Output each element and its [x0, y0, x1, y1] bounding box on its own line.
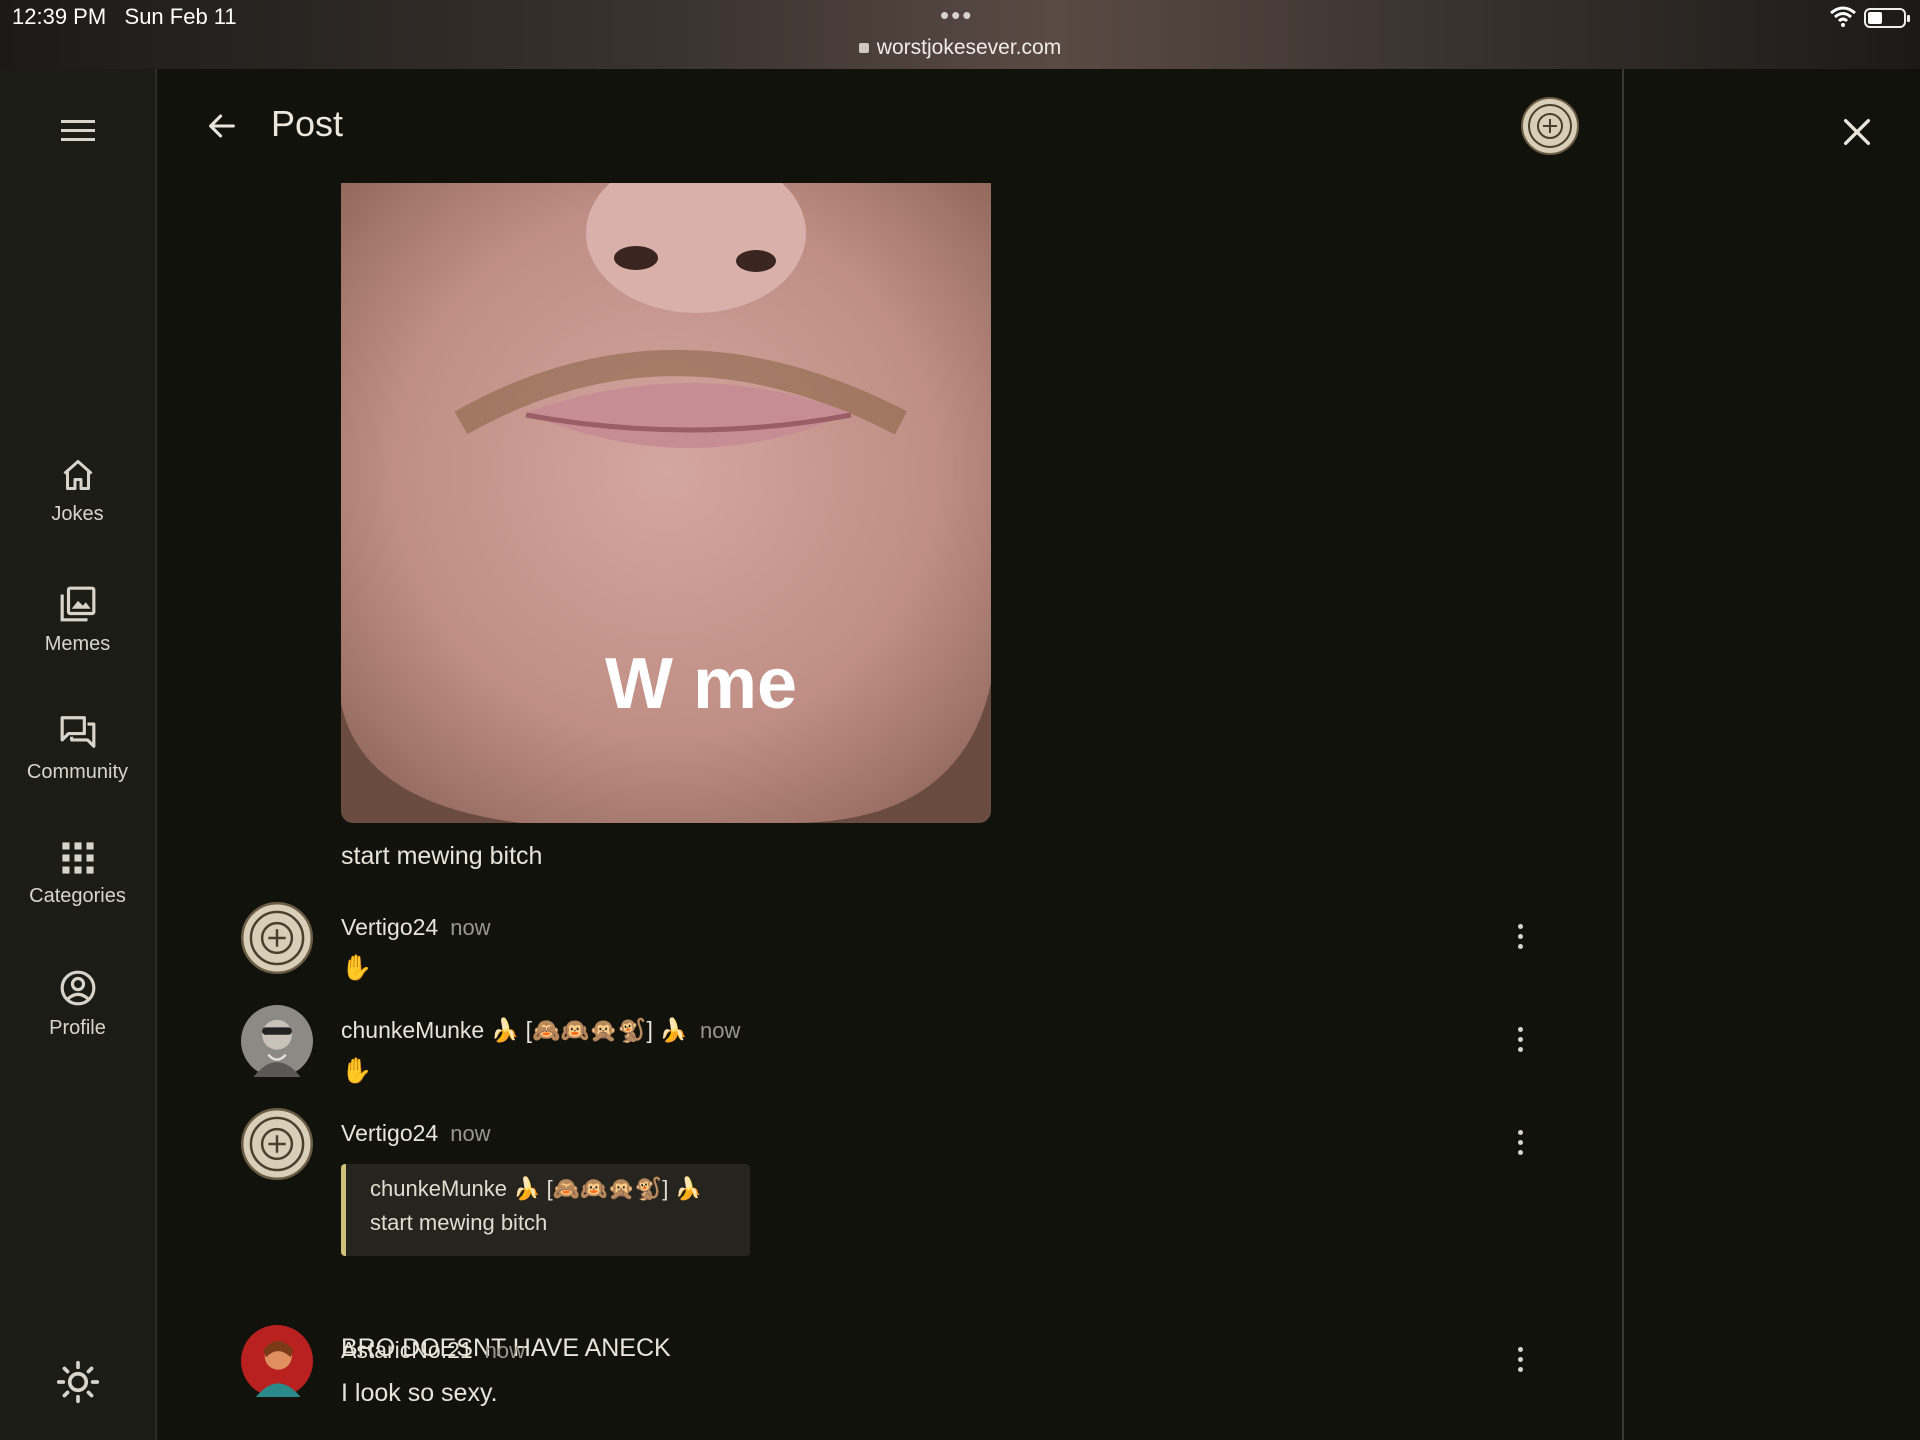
comment-header: AstaricNo.21 now — [341, 1337, 525, 1364]
clock-time: 12:39 PM — [12, 4, 107, 29]
nav-label: Categories — [29, 885, 126, 907]
status-time: 12:39 PM Sun Feb 11 — [12, 4, 237, 30]
chat-icon — [60, 716, 95, 748]
nav-item-memes[interactable]: Memes — [0, 585, 155, 656]
quoted-text: start mewing bitch — [370, 1210, 548, 1235]
home-icon — [63, 460, 92, 490]
comment-text: I look so sexy. — [341, 1379, 498, 1407]
more-options-icon[interactable] — [1518, 924, 1524, 954]
more-options-icon[interactable] — [1518, 1027, 1524, 1057]
commenter-avatar[interactable] — [241, 902, 313, 974]
clock-date: Sun Feb 11 — [124, 4, 237, 29]
url-text: worstjokesever.com — [876, 36, 1062, 59]
nav-label: Jokes — [51, 503, 104, 525]
comment-author[interactable]: chunkeMunke 🍌 [🙈🙉🙊🐒] 🍌 — [341, 1017, 688, 1043]
wifi-icon — [1830, 6, 1856, 27]
meme-face-illustration: W me — [341, 183, 991, 823]
comment-author[interactable]: Vertigo24 — [341, 1120, 438, 1146]
more-options-icon[interactable] — [1518, 1130, 1524, 1160]
more-options-icon[interactable] — [1518, 1347, 1524, 1377]
commenter-avatar[interactable] — [241, 1005, 313, 1077]
comment-time: now — [699, 1018, 741, 1043]
quoted-author: chunkeMunke 🍌 [🙈🙉🙊🐒] 🍌 — [370, 1176, 702, 1201]
commenter-avatar[interactable] — [241, 1108, 313, 1180]
page-title: Post — [271, 103, 344, 144]
image-caption-text: W me — [605, 644, 797, 724]
comment-author[interactable]: AstaricNo.21 — [341, 1337, 473, 1363]
hamburger-menu-icon[interactable] — [60, 115, 96, 151]
lock-icon — [858, 43, 869, 53]
address-bar[interactable]: worstjokesever.com — [0, 36, 1920, 60]
images-icon — [60, 586, 95, 622]
brightness-icon[interactable] — [56, 1360, 100, 1404]
post-header: Post — [157, 69, 1622, 179]
nav-item-community[interactable]: Community — [0, 713, 155, 784]
nav-item-categories[interactable]: Categories — [0, 841, 155, 908]
user-avatar[interactable] — [1521, 97, 1579, 155]
nav-label: Community — [26, 761, 129, 783]
comment-header: chunkeMunke 🍌 [🙈🙉🙊🐒] 🍌 now — [341, 1017, 740, 1044]
post-image[interactable]: W me — [341, 183, 991, 823]
battery-icon — [1864, 8, 1910, 28]
close-icon[interactable] — [1840, 115, 1874, 149]
post-caption: start mewing bitch — [341, 842, 543, 870]
comment-header: Vertigo24 now — [341, 1120, 491, 1147]
user-circle-icon — [60, 970, 95, 1006]
comment-author[interactable]: Vertigo24 — [341, 914, 438, 940]
comment-time: now — [450, 915, 491, 940]
back-arrow-icon[interactable] — [205, 109, 239, 143]
comment-text: ✋ — [341, 1057, 373, 1085]
nav-item-profile[interactable]: Profile — [0, 969, 155, 1040]
nav-label: Memes — [44, 633, 111, 655]
tab-dots-icon[interactable]: ••• — [940, 0, 973, 31]
comment-time: now — [484, 1338, 526, 1363]
comment-text: ✋ — [341, 954, 373, 982]
status-bar: 12:39 PM Sun Feb 11 ••• worstjokesever.c… — [0, 0, 1920, 69]
nav-rail: Jokes Memes Community Categories Profile — [0, 69, 157, 1440]
commenter-avatar[interactable] — [241, 1325, 313, 1397]
nav-label: Profile — [49, 1017, 106, 1039]
comment-time: now — [450, 1121, 491, 1146]
post-panel: Post W me start mewing bitch Vertigo24 n… — [157, 69, 1624, 1440]
comment-header: Vertigo24 now — [341, 914, 491, 941]
nav-item-jokes[interactable]: Jokes — [0, 457, 155, 526]
right-panel — [1624, 69, 1920, 1440]
grid-icon — [61, 842, 94, 874]
quoted-reply[interactable]: chunkeMunke 🍌 [🙈🙉🙊🐒] 🍌 start mewing bitc… — [341, 1164, 750, 1256]
